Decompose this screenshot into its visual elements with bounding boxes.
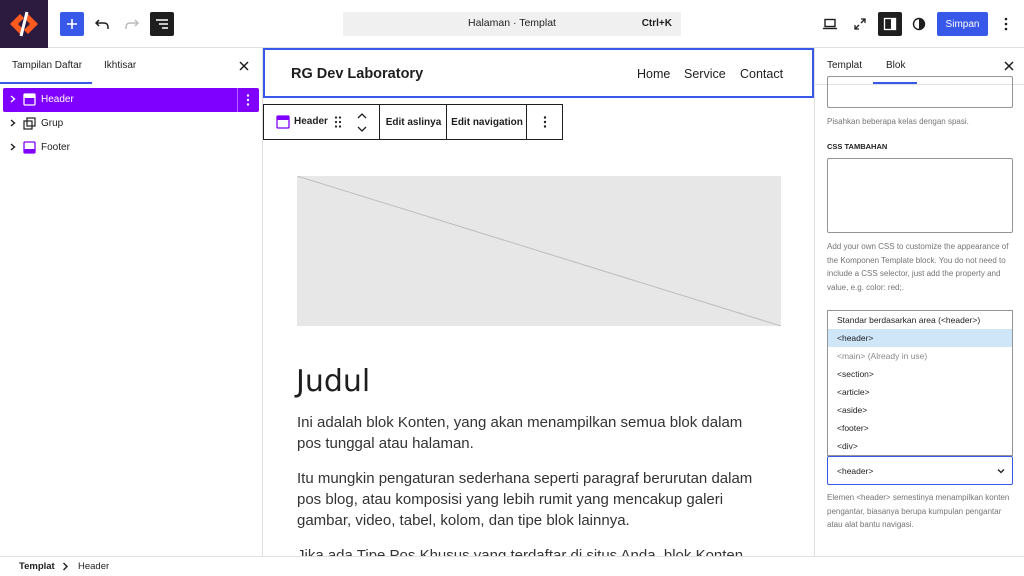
featured-image-placeholder[interactable] bbox=[296, 175, 782, 327]
styles-button[interactable] bbox=[907, 12, 931, 36]
chevron-up-icon[interactable] bbox=[356, 111, 368, 121]
redo-button[interactable] bbox=[120, 12, 144, 36]
breadcrumb-item-template[interactable]: Templat bbox=[19, 561, 55, 572]
desktop-preview-icon bbox=[823, 18, 837, 30]
more-options-icon[interactable] bbox=[243, 93, 253, 107]
site-logo-button[interactable] bbox=[0, 0, 48, 48]
logo-icon bbox=[10, 11, 38, 37]
redo-icon bbox=[125, 19, 139, 29]
post-title[interactable]: Judul bbox=[296, 364, 370, 399]
toolbar-divider bbox=[526, 105, 527, 139]
footer-icon bbox=[23, 141, 36, 154]
html-element-option[interactable]: <article> bbox=[828, 383, 1012, 401]
add-block-button[interactable] bbox=[60, 12, 84, 36]
template-part-icon bbox=[23, 93, 36, 106]
list-view-panel: Tampilan Daftar Ikhtisar Header Grup Foo… bbox=[0, 48, 263, 556]
settings-sidebar-button[interactable] bbox=[878, 12, 902, 36]
document-title: Halaman · Templat bbox=[468, 17, 556, 29]
css-class-help-text: Pisahkan beberapa kelas dengan spasi. bbox=[827, 117, 969, 126]
nav-link-service[interactable]: Service bbox=[684, 67, 726, 81]
close-icon bbox=[1004, 61, 1014, 71]
group-icon bbox=[23, 117, 36, 130]
more-options-icon[interactable] bbox=[540, 115, 550, 129]
chevron-down-icon[interactable] bbox=[356, 124, 368, 134]
extra-css-textarea[interactable] bbox=[827, 158, 1013, 233]
document-overview-icon bbox=[156, 19, 168, 29]
plus-icon bbox=[67, 19, 77, 29]
html-element-option-disabled: <main> (Already in use) bbox=[837, 351, 928, 361]
chevron-right-icon[interactable] bbox=[7, 117, 19, 129]
list-item-label: Grup bbox=[41, 118, 64, 129]
extra-css-label: CSS TAMBAHAN bbox=[827, 142, 888, 151]
settings-panel: Templat Blok Pisahkan beberapa kelas den… bbox=[814, 48, 1024, 556]
html-element-help-text: Elemen <header> semestinya menampilkan k… bbox=[827, 493, 1010, 529]
css-class-input[interactable] bbox=[827, 76, 1013, 108]
edit-original-button[interactable]: Edit aslinya bbox=[380, 105, 447, 139]
undo-icon bbox=[95, 19, 109, 29]
html-element-option[interactable]: <div> bbox=[828, 437, 1012, 455]
chevron-right-icon[interactable] bbox=[7, 93, 19, 105]
site-title[interactable]: RG Dev Laboratory bbox=[291, 66, 423, 82]
save-button[interactable]: Simpan bbox=[937, 12, 988, 36]
more-options-icon bbox=[1004, 17, 1008, 31]
external-view-icon bbox=[854, 18, 866, 30]
options-button[interactable] bbox=[994, 12, 1018, 36]
shortcut-hint: Ctrl+K bbox=[641, 18, 672, 29]
content-paragraph[interactable]: Ini adalah blok Konten, yang akan menamp… bbox=[297, 412, 767, 454]
list-item-footer[interactable]: Footer bbox=[3, 136, 259, 160]
block-breadcrumb: Templat Header bbox=[0, 556, 1024, 576]
html-element-listbox[interactable]: Standar berdasarkan area (<header>) <hea… bbox=[827, 310, 1013, 456]
template-part-icon[interactable] bbox=[276, 115, 290, 129]
tab-block[interactable]: Blok bbox=[886, 60, 905, 71]
document-overview-button[interactable] bbox=[150, 12, 174, 36]
html-element-option-selected[interactable]: <header> bbox=[828, 329, 1012, 347]
row-divider bbox=[237, 88, 238, 112]
breadcrumb-item-header[interactable]: Header bbox=[78, 561, 109, 572]
block-type-label[interactable]: Header bbox=[294, 116, 328, 127]
tab-template[interactable]: Templat bbox=[827, 60, 862, 71]
styles-icon bbox=[912, 17, 926, 31]
tab-outline[interactable]: Ikhtisar bbox=[104, 60, 136, 71]
content-paragraph[interactable]: Itu mungkin pengaturan sederhana seperti… bbox=[297, 468, 767, 531]
editor-top-bar: Halaman · Templat Ctrl+K Simpan bbox=[0, 0, 1024, 48]
list-item-label: Footer bbox=[41, 142, 70, 153]
command-palette-bar[interactable]: Halaman · Templat Ctrl+K bbox=[343, 12, 681, 36]
html-element-select[interactable]: <header> bbox=[827, 456, 1013, 485]
chevron-right-icon bbox=[63, 562, 68, 571]
extra-css-help-text: Add your own CSS to customize the appear… bbox=[827, 242, 1009, 292]
html-element-option[interactable]: Standar berdasarkan area (<header>) bbox=[828, 311, 1012, 329]
close-settings-button[interactable] bbox=[1001, 58, 1017, 74]
html-element-option[interactable]: <footer> bbox=[828, 419, 1012, 437]
html-element-option[interactable]: <section> bbox=[828, 365, 1012, 383]
list-item-header[interactable]: Header bbox=[3, 88, 259, 112]
html-element-option[interactable]: <aside> bbox=[828, 401, 1012, 419]
nav-link-home[interactable]: Home bbox=[637, 67, 670, 81]
html-element-select-value: <header> bbox=[837, 466, 874, 476]
device-preview-button[interactable] bbox=[818, 12, 842, 36]
block-toolbar: Header Edit aslinya Edit navigation bbox=[263, 104, 563, 140]
chevron-down-icon bbox=[997, 469, 1005, 474]
content-paragraph[interactable]: Jika ada Tipe Pos Khusus yang terdaftar … bbox=[297, 545, 767, 556]
view-site-button[interactable] bbox=[848, 12, 872, 36]
tab-list-view[interactable]: Tampilan Daftar bbox=[12, 60, 82, 71]
active-tab-indicator bbox=[0, 82, 92, 84]
editor-canvas: RG Dev Laboratory Home Service Contact H… bbox=[263, 48, 814, 556]
undo-button[interactable] bbox=[90, 12, 114, 36]
edit-navigation-button[interactable]: Edit navigation bbox=[447, 105, 527, 139]
placeholder-diagonal bbox=[296, 175, 782, 327]
close-icon bbox=[239, 61, 249, 71]
list-item-grup[interactable]: Grup bbox=[3, 112, 259, 136]
list-item-label: Header bbox=[41, 94, 74, 105]
nav-link-contact[interactable]: Contact bbox=[740, 67, 783, 81]
close-list-view-button[interactable] bbox=[236, 58, 252, 74]
chevron-right-icon[interactable] bbox=[7, 141, 19, 153]
header-block[interactable]: RG Dev Laboratory Home Service Contact bbox=[263, 48, 814, 98]
drag-handle-icon[interactable] bbox=[333, 115, 343, 129]
settings-sidebar-icon bbox=[883, 17, 897, 31]
